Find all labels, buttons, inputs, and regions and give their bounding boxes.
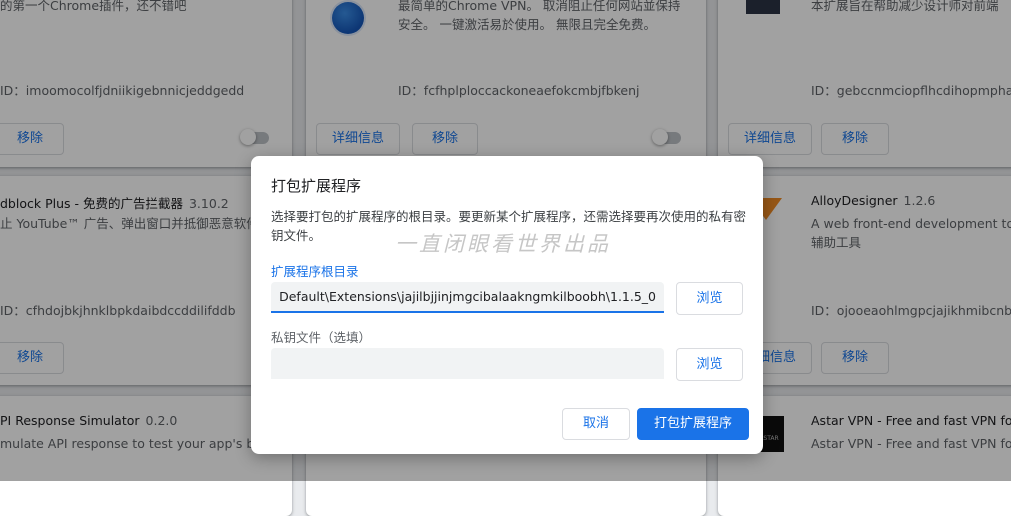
dialog-title: 打包扩展程序 xyxy=(271,177,362,195)
private-key-field xyxy=(271,348,664,379)
watermark-text: 一直闭眼看世界出品 xyxy=(395,232,611,256)
root-dir-label: 扩展程序根目录 xyxy=(271,264,359,279)
root-dir-field xyxy=(271,282,664,313)
private-key-label: 私钥文件（选填） xyxy=(271,330,372,345)
browse-private-key-button[interactable]: 浏览 xyxy=(676,348,743,381)
pack-extension-dialog: 打包扩展程序 选择要打包的扩展程序的根目录。要更新某个扩展程序，还需选择要再次使… xyxy=(251,156,763,454)
root-dir-input[interactable] xyxy=(271,282,664,311)
pack-extension-button[interactable]: 打包扩展程序 xyxy=(637,408,749,440)
private-key-input[interactable] xyxy=(271,348,664,379)
browse-root-dir-button[interactable]: 浏览 xyxy=(676,282,743,315)
cancel-button[interactable]: 取消 xyxy=(562,408,630,440)
